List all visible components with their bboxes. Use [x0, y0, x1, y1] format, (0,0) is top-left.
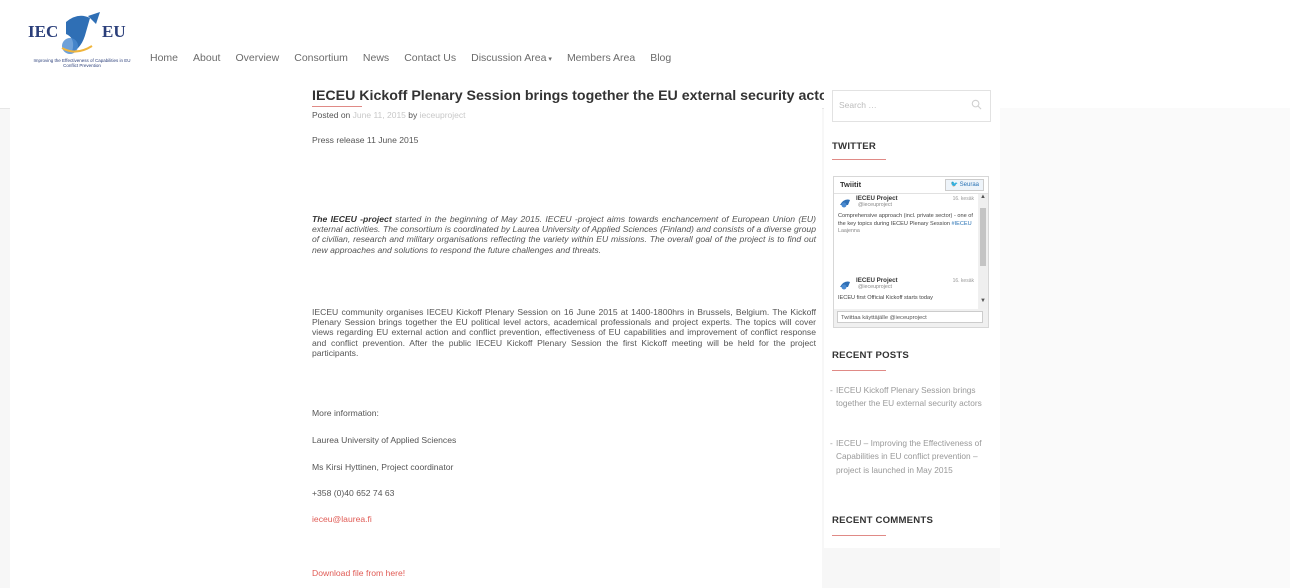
recent-comments-title: RECENT COMMENTS [832, 515, 934, 526]
twitter-follow-label: Seuraa [959, 182, 979, 188]
nav-blog[interactable]: Blog [650, 52, 671, 68]
nav-contact-us[interactable]: Contact Us [404, 52, 456, 68]
org-line: Laurea University of Applied Sciences [312, 435, 457, 445]
by-label: by [408, 110, 418, 120]
post-date-link[interactable]: June 11, 2015 [353, 110, 406, 120]
intro-paragraph: The IECEU -project started in the beginn… [312, 214, 816, 255]
search-placeholder: Search … [839, 100, 877, 110]
tweet-author-handle: @ieceuproject [858, 202, 892, 208]
twitter-title-divider [832, 159, 886, 160]
tweet-text: Comprehensive approach (incl. private se… [838, 213, 976, 236]
tweet-expand-link[interactable]: Laajenna [838, 228, 860, 234]
nav-home[interactable]: Home [150, 52, 178, 68]
site-logo[interactable]: IEC EU Improving the Effectiveness of Ca… [26, 8, 136, 68]
download-link[interactable]: Download file from here! [312, 568, 816, 578]
recent-post-link[interactable]: - IECEU – Improving the Effectiveness of … [830, 437, 986, 477]
recent-comments-divider [832, 535, 886, 536]
nav-discussion-area-label: Discussion Area [471, 52, 547, 64]
twitter-header: Twiitit 🐦 Seuraa [834, 177, 988, 194]
recent-post-link[interactable]: - IECEU Kickoff Plenary Session brings to… [830, 384, 986, 411]
email-link[interactable]: ieceu@laurea.fi [312, 514, 816, 524]
logo-text-left: IEC [28, 22, 59, 41]
phone-line: +358 (0)40 652 74 63 [312, 488, 395, 498]
sidebar: Search … TWITTER Twiitit 🐦 Seuraa IECEU … [824, 82, 1000, 548]
tweet-avatar-icon [840, 281, 850, 290]
tweet-author-handle: @ieceuproject [858, 284, 892, 290]
recent-post-title[interactable]: IECEU Kickoff Plenary Session brings tog… [836, 385, 982, 408]
twitter-timeline: Twiitit 🐦 Seuraa IECEU Project @ieceupro… [833, 176, 989, 328]
scroll-down-icon[interactable]: ▼ [980, 298, 986, 304]
nav-discussion-area[interactable]: Discussion Area ▾ [471, 52, 552, 68]
tweet-date[interactable]: 16. kesäk [953, 196, 974, 202]
list-dash: - [830, 438, 833, 448]
logo-text-right: EU [102, 22, 126, 41]
post-meta: Posted on June 11, 2015 by ieceuproject [312, 110, 465, 120]
posted-on-label: Posted on [312, 110, 351, 120]
nav-consortium[interactable]: Consortium [294, 52, 348, 68]
nav-about[interactable]: About [193, 52, 220, 68]
chevron-down-icon: ▾ [548, 56, 552, 63]
twitter-widget-title: TWITTER [832, 141, 877, 152]
contact-line: Ms Kirsi Hyttinen, Project coordinator [312, 462, 454, 472]
scrollbar-thumb[interactable] [980, 208, 986, 266]
tweet-avatar-icon [840, 199, 850, 208]
tweet-text: IECEU first Official Kickoff starts toda… [838, 295, 933, 301]
press-release-line: Press release 11 June 2015 [312, 135, 419, 145]
tweet-hashtag[interactable]: #IECEU [951, 221, 971, 227]
intro-bold: The IECEU -project [312, 214, 392, 224]
nav-overview[interactable]: Overview [235, 52, 279, 68]
recent-post-title[interactable]: IECEU – Improving the Effectiveness of C… [836, 438, 982, 475]
tweet-date[interactable]: 16. kesäk [953, 278, 974, 284]
tweet-author-name[interactable]: IECEU Project [856, 195, 898, 202]
body-paragraph: IECEU community organises IECEU Kickoff … [312, 307, 816, 358]
post-title: IECEU Kickoff Plenary Session brings tog… [312, 88, 842, 104]
page-background-right [1000, 108, 1290, 588]
search-icon[interactable] [971, 99, 982, 110]
twitter-bird-icon: 🐦 [950, 182, 958, 188]
nav-members-area[interactable]: Members Area [567, 52, 635, 68]
twitter-feed: IECEU Project @ieceuproject 16. kesäk Co… [834, 194, 978, 309]
twitter-scrollbar[interactable]: ▲ ▼ [979, 194, 987, 309]
more-info-label: More information: [312, 408, 379, 418]
twitter-follow-button[interactable]: 🐦 Seuraa [945, 179, 984, 191]
logo-tagline: Improving the Effectiveness of Capabilit… [33, 58, 131, 68]
title-divider [312, 106, 362, 107]
twitter-header-label: Twiitit [840, 180, 862, 189]
recent-posts-divider [832, 370, 886, 371]
tweet-to-input[interactable]: Twiittaa käyttäjälle @ieceuproject [837, 311, 983, 323]
post-article: IECEU Kickoff Plenary Session brings tog… [10, 82, 841, 588]
scroll-up-icon[interactable]: ▲ [980, 194, 986, 200]
tweet-author-name[interactable]: IECEU Project [856, 277, 898, 284]
list-dash: - [830, 385, 833, 395]
recent-posts-title: RECENT POSTS [832, 350, 910, 361]
nav-news[interactable]: News [363, 52, 389, 68]
search-input[interactable]: Search … [832, 90, 991, 122]
main-nav: Home About Overview Consortium News Cont… [150, 52, 686, 68]
post-author-link[interactable]: ieceuproject [420, 110, 466, 120]
